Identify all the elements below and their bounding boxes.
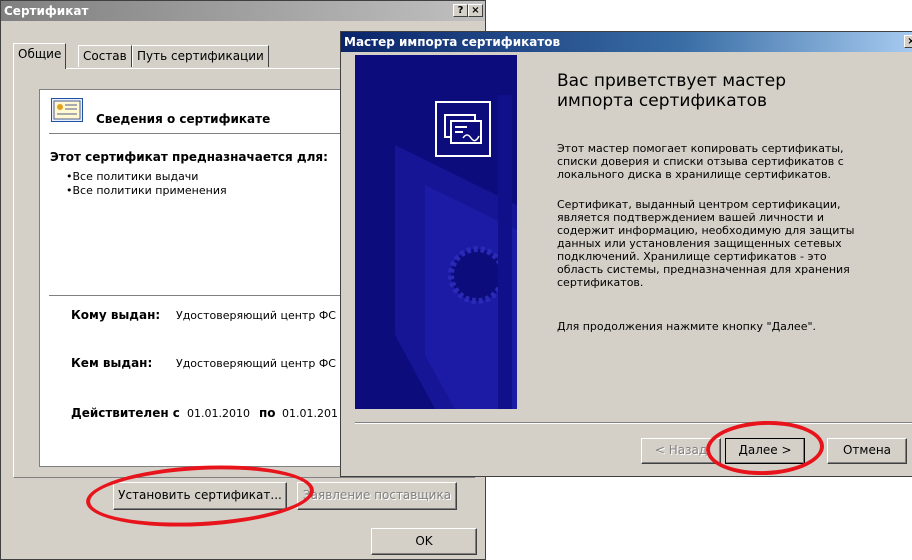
import-wizard-dialog: Мастер импорта сертификатов × Вас привет…	[340, 31, 912, 477]
cancel-button[interactable]: Отмена	[827, 438, 907, 464]
text-line: локального диска в хранилище сертификато…	[557, 168, 832, 181]
wizard-close-button[interactable]: ×	[904, 35, 912, 48]
text-line: содержит информацию, необходимую для защ…	[557, 224, 855, 237]
valid-from-label: Действителен с	[71, 406, 180, 420]
wizard-banner	[355, 55, 517, 409]
issued-to-value: Удостоверяющий центр ФС	[176, 309, 336, 322]
valid-from-value: 01.01.2010	[187, 407, 250, 420]
wizard-divider	[355, 422, 912, 424]
issued-by-label: Кем выдан:	[71, 356, 153, 370]
wizard-paragraph-1: Этот мастер помогает копировать сертифик…	[557, 142, 844, 181]
ok-button[interactable]: OK	[371, 528, 477, 555]
import-wizard-title: Мастер импорта сертификатов	[344, 35, 561, 49]
wizard-heading-line: Вас приветствует мастер	[557, 71, 787, 91]
issued-by-value: Удостоверяющий центр ФС	[176, 357, 336, 370]
certificate-dialog-titlebar: Сертификат	[1, 1, 485, 21]
import-wizard-titlebar: Мастер импорта сертификатов	[341, 32, 912, 52]
valid-to-value: 01.01.201	[282, 407, 338, 420]
text-line: подключений. Хранилище сертификатов - эт…	[557, 250, 827, 263]
back-button: < Назад	[641, 438, 721, 464]
text-line: является подтверждением вашей личности и	[557, 211, 824, 224]
wizard-heading: Вас приветствует мастер импорта сертифик…	[557, 71, 786, 111]
issuer-statement-button: Заявление поставщика	[297, 482, 457, 510]
tab-certification-path[interactable]: Путь сертификации	[132, 45, 269, 67]
text-line: Этот мастер помогает копировать сертифик…	[557, 142, 844, 155]
purpose-item: •Все политики выдачи	[66, 170, 199, 183]
certificate-info-heading: Сведения о сертификате	[96, 112, 271, 126]
tab-details[interactable]: Состав	[78, 45, 132, 67]
text-line: сертификатов.	[557, 276, 644, 289]
purpose-heading: Этот сертификат предназначается для:	[50, 150, 328, 164]
text-line: данных или установления защищенных сетев…	[557, 237, 842, 250]
text-line: списки доверия и списки отзыва сертифика…	[557, 155, 844, 168]
install-certificate-button[interactable]: Установить сертификат...	[113, 482, 287, 510]
text-line: Сертификат, выданный центром сертификаци…	[557, 198, 841, 211]
close-button[interactable]: ×	[468, 4, 483, 17]
valid-to-label: по	[259, 406, 276, 420]
issued-to-label: Кому выдан:	[71, 308, 161, 322]
wizard-heading-line: импорта сертификатов	[557, 91, 768, 111]
certificate-wizard-icon	[435, 101, 491, 157]
wizard-paragraph-2: Сертификат, выданный центром сертификаци…	[557, 198, 854, 289]
text-line: область системы, предназначенная для хра…	[557, 263, 850, 276]
purpose-item: •Все политики применения	[66, 184, 227, 197]
help-button[interactable]: ?	[453, 4, 468, 17]
next-button[interactable]: Далее >	[725, 438, 805, 464]
tab-general[interactable]: Общие	[13, 43, 67, 69]
certificate-icon	[51, 98, 83, 122]
certificate-dialog-title: Сертификат	[4, 4, 89, 18]
wizard-paragraph-3: Для продолжения нажмите кнопку "Далее".	[557, 320, 817, 333]
